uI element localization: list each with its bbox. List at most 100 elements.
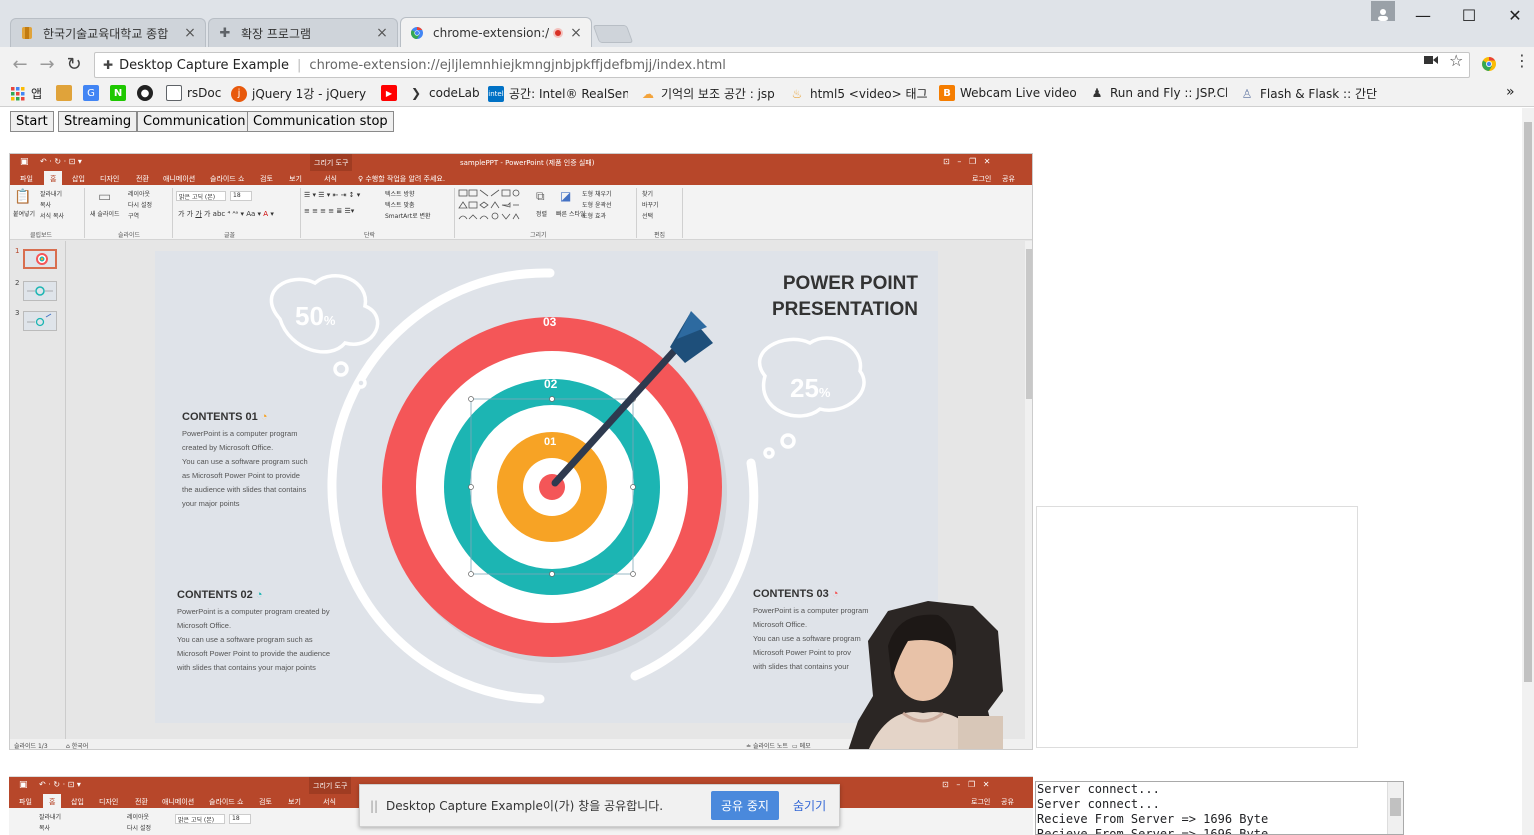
ppt-memo-label: 메모 — [799, 743, 811, 750]
ribbon-section: 구역 — [128, 213, 140, 220]
slide-thumbnail-1 — [23, 249, 57, 269]
browser-toolbar: ← → ↻ ✚ Desktop Capture Example | chrome… — [0, 47, 1534, 81]
bookmark-html5-video[interactable]: ♨ html5 <video> 태그 — [789, 85, 927, 102]
stop-sharing-button[interactable]: 공유 중지 — [711, 791, 779, 820]
tab-koreatech[interactable]: 한국기술교육대학교 종합 × — [10, 18, 206, 47]
bookmark-run-and-fly[interactable]: ♟ Run and Fly :: JSP.Ch — [1089, 85, 1227, 101]
bookmark-naver[interactable]: N — [110, 85, 131, 101]
bookmark-label: Flash & Flask :: 간단 — [1260, 87, 1378, 101]
bookmark-jquery[interactable]: j jQuery 1강 - jQuery — [231, 85, 373, 102]
share-message: Desktop Capture Example이(가) 창을 공유합니다. — [386, 799, 664, 813]
bookmarks-overflow-button[interactable]: » — [1506, 84, 1515, 100]
hide-button[interactable]: 숨기기 — [793, 797, 826, 814]
log-line: Server connect... — [1037, 782, 1160, 796]
new-slide-icon: ▭ — [98, 189, 112, 205]
ribbon-find: 찾기 — [642, 191, 654, 198]
ribbon-paste: 붙여넣기 — [13, 211, 36, 218]
naver-icon: N — [110, 85, 126, 101]
ribbon-font-size: 18 — [229, 814, 251, 824]
bookmark-intel[interactable]: intel 공간: Intel® RealSens — [488, 85, 628, 102]
quick-style-icon: ◪ — [560, 189, 572, 203]
extension-chrome-icon[interactable] — [1481, 56, 1497, 76]
bookmark-codelab[interactable]: ❯ codeLab — [408, 85, 480, 101]
contents-02: CONTENTS 02 ◔ PowerPoint is a computer p… — [177, 589, 330, 675]
tab-close-icon[interactable]: × — [183, 25, 197, 41]
log-scrollbar[interactable] — [1387, 782, 1403, 834]
bookmark-translate[interactable]: G — [83, 85, 104, 101]
ribbon-new-slide: 새 슬라이드 — [90, 211, 120, 218]
tab-close-icon[interactable]: × — [375, 25, 389, 41]
back-button[interactable]: ← — [10, 55, 30, 75]
ribbon-format-painter: 서식 복사 — [40, 213, 64, 220]
ppt-menu-transitions: 전환 — [135, 798, 148, 806]
percent-sign: % — [323, 313, 336, 328]
forward-button[interactable]: → — [37, 55, 57, 75]
ppt-login: 로그인 — [971, 798, 991, 806]
menu-icon[interactable]: ⋮ — [1514, 51, 1530, 70]
ppt-title-bar: ▣ ↶ · ↻ · ⊡ ▾ 그리기 도구 samplePPT - PowerPo… — [10, 154, 1032, 171]
ppt-language: ⌂ 한국어 — [66, 743, 89, 750]
koreatech-icon — [56, 85, 72, 101]
tab-extension-page[interactable]: chrome-extension://e × — [400, 17, 592, 48]
ppt-language-label: 한국어 — [71, 743, 89, 750]
html5-icon: ♨ — [791, 86, 803, 101]
ring-icon: ◔ — [255, 589, 263, 601]
reload-button[interactable]: ↻ — [64, 55, 84, 75]
ribbon-font-name: 맑은 고딕 (본) — [176, 191, 226, 201]
page-scrollbar[interactable] — [1522, 108, 1534, 835]
ppt-scrollbar — [1025, 241, 1032, 739]
ppt-tell-me: ♀ 수행할 작업을 알려 주세요. — [358, 175, 446, 183]
drag-handle-icon[interactable]: || — [370, 799, 380, 813]
tab-close-icon[interactable]: × — [569, 25, 583, 41]
bookmark-rsdoc[interactable]: rsDoc — [166, 85, 224, 101]
ppt-window-controls: ⊡ – ❐ ✕ — [943, 157, 991, 166]
paragraph-list-icons: ☰ ▾ ☰ ▾ ⇤ ⇥ ↕ ▾ — [304, 191, 361, 199]
bookmark-github[interactable]: ● — [137, 85, 158, 101]
page-scrollbar-thumb[interactable] — [1524, 122, 1532, 682]
streaming-button[interactable]: Streaming — [58, 111, 138, 132]
close-window-button[interactable]: ✕ — [1492, 0, 1534, 30]
server-log[interactable]: Server connect... Server connect... Reci… — [1035, 781, 1404, 835]
start-button[interactable]: Start — [10, 111, 54, 132]
ribbon-replace: 바꾸기 — [642, 202, 659, 209]
ring-label-01: 01 — [544, 436, 557, 448]
url-separator: | — [297, 57, 302, 73]
ribbon-text-direction: 텍스트 방향 — [385, 191, 415, 198]
ppt-menu-view: 보기 — [288, 798, 301, 806]
communication-stop-button[interactable]: Communication stop — [247, 111, 394, 132]
ppt-menu-file: 파일 — [20, 175, 33, 183]
url-text: chrome-extension://ejljlemnhiejkmngjnbjp… — [309, 57, 726, 73]
communication-button[interactable]: Communication — [137, 111, 252, 132]
slide-number: 3 — [15, 309, 20, 317]
ribbon-layout: 레이아웃 — [128, 191, 151, 198]
run-icon: ♟ — [1091, 86, 1103, 100]
bookmark-star-icon[interactable]: ☆ — [1449, 51, 1463, 70]
bookmark-apps[interactable]: 앱 — [10, 85, 42, 102]
new-tab-button[interactable] — [592, 25, 634, 43]
bookmark-memory[interactable]: ☁ 기억의 보조 공간 : jsp — [640, 85, 775, 102]
address-bar[interactable]: ✚ Desktop Capture Example | chrome-exten… — [94, 52, 1470, 78]
ring-icon: ◔ — [831, 588, 839, 600]
tab-label: chrome-extension://e — [433, 26, 549, 40]
paragraph-align-icons: ≡ ≡ ≡ ≡ ≣ ☰▾ — [304, 207, 355, 215]
bookmark-youtube[interactable]: ▶ — [381, 85, 402, 101]
contents-title: CONTENTS 01 — [182, 411, 258, 423]
ribbon-font-size: 18 — [230, 191, 252, 201]
group-drawing: 그리기 — [530, 232, 547, 239]
profile-icon[interactable] — [1371, 1, 1395, 21]
tab-extensions[interactable]: ✚ 확장 프로그램 × — [208, 18, 398, 47]
ribbon-smartart: SmartArt로 변환 — [385, 213, 431, 220]
bookmark-koreatech[interactable] — [56, 85, 77, 101]
camera-icon[interactable] — [1424, 54, 1438, 69]
google-translate-icon: G — [83, 85, 99, 101]
bookmark-webcam[interactable]: B Webcam Live video s — [939, 85, 1076, 101]
maximize-button[interactable]: ☐ — [1446, 0, 1492, 30]
minimize-button[interactable]: — — [1400, 0, 1446, 30]
bookmark-flask[interactable]: ♙ Flash & Flask :: 간단 — [1239, 85, 1379, 102]
weather-icon: ☁ — [642, 86, 654, 101]
document-icon — [166, 85, 182, 101]
screen-share-notification: || Desktop Capture Example이(가) 창을 공유합니다.… — [359, 784, 840, 827]
person-icon: ♙ — [1241, 86, 1253, 101]
ppt-menu-review: 검토 — [259, 798, 272, 806]
log-line: Recieve From Server => 1696 Byte — [1037, 812, 1269, 826]
